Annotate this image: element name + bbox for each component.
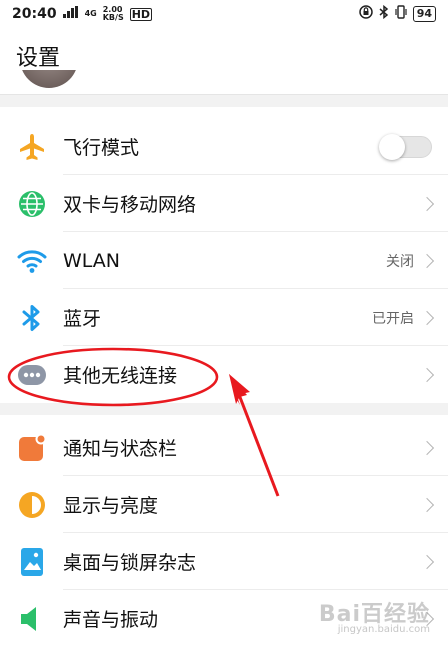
globe-icon	[17, 189, 47, 219]
status-time: 20:40	[12, 6, 57, 22]
row-wlan[interactable]: WLAN 关闭	[0, 232, 448, 289]
sound-icon	[17, 604, 47, 634]
wlan-label: WLAN	[63, 249, 121, 272]
more-dots-icon	[17, 360, 47, 390]
section-gap	[0, 403, 448, 415]
net-speed: 2.00 KB/S	[102, 5, 124, 22]
page-title: 设置	[16, 46, 61, 71]
bluetooth-label: 蓝牙	[63, 308, 102, 330]
wallpaper-label: 桌面与锁屏杂志	[63, 552, 197, 574]
signal-icon	[62, 6, 79, 22]
chevron-right-icon	[419, 253, 435, 268]
chevron-right-icon	[419, 367, 435, 382]
chevron-right-icon	[419, 554, 435, 569]
sound-label: 声音与振动	[63, 609, 159, 631]
wlan-status: 关闭	[386, 253, 414, 270]
watermark-url: jingyan.baidu.com	[337, 624, 430, 635]
network-type: 4G	[84, 9, 97, 18]
toggle-knob	[379, 133, 405, 160]
row-airplane-mode[interactable]: 飞行模式	[0, 118, 448, 175]
dual-sim-label: 双卡与移动网络	[63, 194, 197, 216]
brightness-icon	[17, 490, 47, 520]
battery-indicator: 94	[412, 6, 436, 22]
lock-icon	[358, 5, 373, 23]
hd-badge: HD	[129, 7, 153, 21]
row-bluetooth[interactable]: 蓝牙 已开启	[0, 289, 448, 346]
account-header[interactable]	[0, 70, 448, 95]
bluetooth-icon	[17, 303, 47, 333]
row-wallpaper[interactable]: 桌面与锁屏杂志	[0, 533, 448, 590]
notifications-label: 通知与状态栏	[63, 438, 178, 460]
row-notifications[interactable]: 通知与状态栏	[0, 419, 448, 476]
airplane-mode-toggle[interactable]	[379, 133, 432, 160]
chevron-right-icon	[419, 310, 435, 325]
vibrate-icon	[395, 5, 407, 23]
wallpaper-icon	[17, 547, 47, 577]
wifi-icon	[17, 246, 47, 276]
other-wireless-label: 其他无线连接	[63, 365, 178, 387]
display-label: 显示与亮度	[63, 495, 159, 517]
status-bar: 20:40 4G 2.00 KB/S HD 94	[0, 0, 448, 28]
section-gap	[0, 95, 448, 107]
chevron-right-icon	[419, 497, 435, 512]
avatar[interactable]	[20, 70, 78, 88]
row-dual-sim[interactable]: 双卡与移动网络	[0, 175, 448, 232]
bluetooth-status-icon	[379, 4, 389, 23]
airplane-mode-label: 飞行模式	[63, 137, 140, 159]
chevron-right-icon	[419, 196, 435, 211]
row-other-wireless[interactable]: 其他无线连接	[0, 346, 448, 403]
notification-icon	[17, 433, 47, 463]
bluetooth-status: 已开启	[372, 310, 414, 327]
airplane-icon	[17, 132, 47, 162]
chevron-right-icon	[419, 440, 435, 455]
row-display[interactable]: 显示与亮度	[0, 476, 448, 533]
